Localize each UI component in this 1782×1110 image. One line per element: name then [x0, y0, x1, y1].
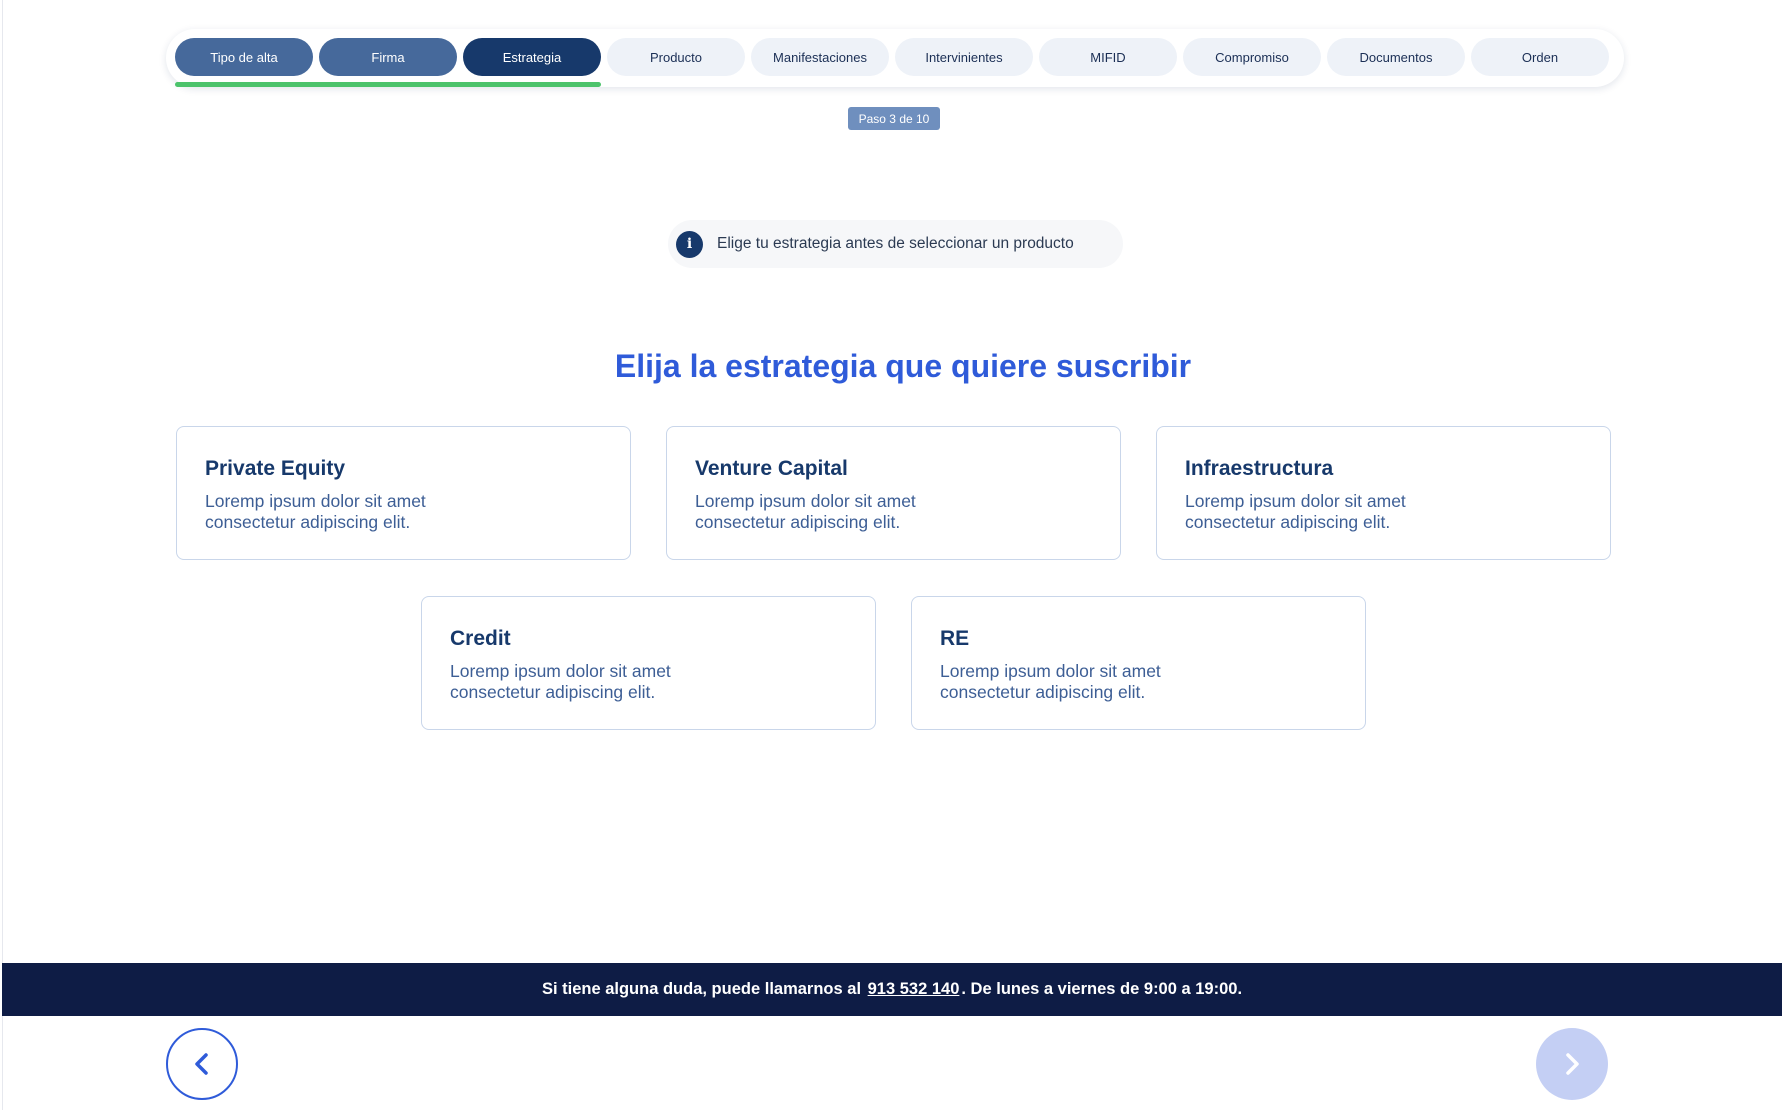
step-compromiso[interactable]: Compromiso: [1183, 38, 1321, 76]
step-indicator-badge: Paso 3 de 10: [848, 107, 940, 130]
strategy-card-description: Loremp ipsum dolor sit amet consectetur …: [940, 661, 1161, 702]
strategy-card-title: Venture Capital: [695, 457, 848, 480]
strategy-card-description: Loremp ipsum dolor sit amet consectetur …: [205, 491, 426, 532]
strategy-card-title: Private Equity: [205, 457, 346, 480]
info-message: i Elige tu estrategia antes de seleccion…: [668, 220, 1123, 268]
strategy-card-description: Loremp ipsum dolor sit amet consectetur …: [1185, 491, 1406, 532]
step-manifestaciones[interactable]: Manifestaciones: [751, 38, 889, 76]
info-message-text: Elige tu estrategia antes de seleccionar…: [717, 235, 1074, 252]
step-estrategia[interactable]: Estrategia: [463, 38, 601, 76]
step-mifid[interactable]: MIFID: [1039, 38, 1177, 76]
strategy-card-title: Credit: [450, 627, 511, 650]
strategy-card-venture-capital[interactable]: Venture Capital Loremp ipsum dolor sit a…: [666, 426, 1121, 560]
strategy-card-description: Loremp ipsum dolor sit amet consectetur …: [450, 661, 671, 702]
step-tipo-de-alta[interactable]: Tipo de alta: [175, 38, 313, 76]
stepper: Tipo de alta Firma Estrategia Producto M…: [166, 29, 1624, 87]
strategy-card-private-equity[interactable]: Private Equity Loremp ipsum dolor sit am…: [176, 426, 631, 560]
help-text-suffix: . De lunes a viernes de 9:00 a 19:00.: [961, 980, 1243, 998]
page-title: Elija la estrategia que quiere suscribir: [614, 348, 1192, 384]
chevron-left-icon: [195, 1053, 208, 1075]
strategy-card-credit[interactable]: Credit Loremp ipsum dolor sit amet conse…: [421, 596, 876, 730]
page: Tipo de alta Firma Estrategia Producto M…: [2, 0, 1782, 1110]
back-button[interactable]: [166, 1028, 238, 1100]
phone-link[interactable]: 913 532 140: [868, 980, 960, 999]
strategy-card-description: Loremp ipsum dolor sit amet consectetur …: [695, 491, 916, 532]
strategy-card-title: RE: [940, 627, 970, 650]
step-firma[interactable]: Firma: [319, 38, 457, 76]
progress-track: [175, 82, 1615, 87]
info-icon: i: [676, 230, 703, 258]
chevron-right-icon: [1566, 1053, 1579, 1075]
progress-bar: [175, 82, 601, 87]
next-button[interactable]: [1536, 1028, 1608, 1100]
step-producto[interactable]: Producto: [607, 38, 745, 76]
step-documentos[interactable]: Documentos: [1327, 38, 1465, 76]
step-intervinientes[interactable]: Intervinientes: [895, 38, 1033, 76]
help-text-prefix: Si tiene alguna duda, puede llamarnos al: [541, 980, 862, 998]
stepper-steps: Tipo de alta Firma Estrategia Producto M…: [175, 38, 1609, 76]
strategy-card-infraestructura[interactable]: Infraestructura Loremp ipsum dolor sit a…: [1156, 426, 1611, 560]
step-orden[interactable]: Orden: [1471, 38, 1609, 76]
strategy-card-title: Infraestructura: [1185, 457, 1334, 480]
strategy-card-re[interactable]: RE Loremp ipsum dolor sit amet consectet…: [911, 596, 1366, 730]
help-footer-bar: Si tiene alguna duda, puede llamarnos al…: [2, 963, 1782, 1016]
